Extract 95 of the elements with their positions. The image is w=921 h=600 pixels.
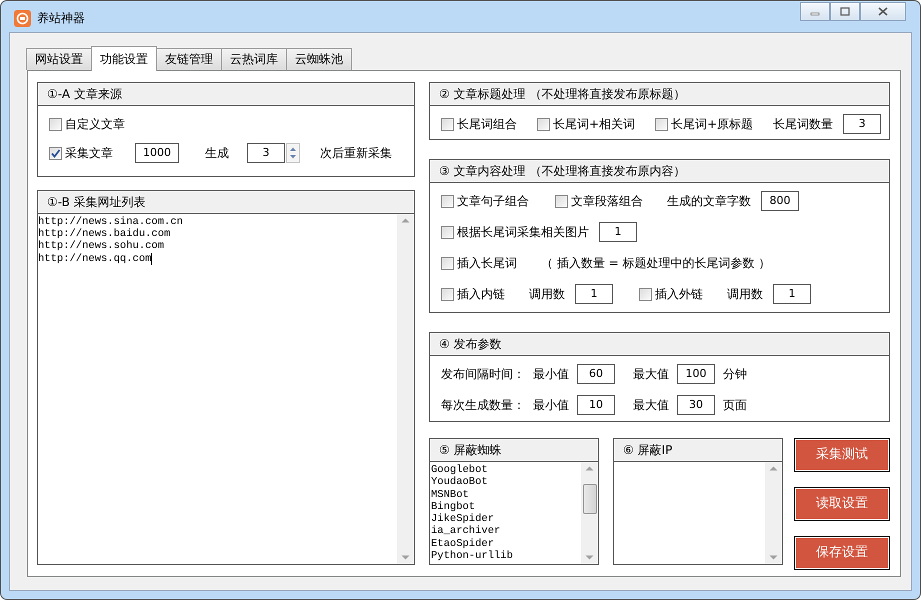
url-text: http://news.sina.com.cn [38, 216, 184, 228]
text-label: 调用数 [529, 286, 565, 303]
scrollbar[interactable] [765, 462, 782, 564]
checkbox[interactable] [49, 146, 62, 160]
window-title: 养站神器 [37, 10, 85, 27]
checkbox-label: 根据长尾词采集相关图片 [457, 224, 589, 241]
input-field[interactable]: 3 [247, 143, 285, 163]
close-button[interactable] [860, 2, 906, 21]
input-field[interactable]: 1000 [135, 143, 179, 163]
text-label: 每次生成数量： [441, 397, 525, 414]
checkbox[interactable] [441, 118, 454, 130]
group-title: ③ 文章内容处理 （不处理将直接发布原内容） [430, 160, 889, 183]
checkbox-label: 长尾词+原标题 [671, 116, 754, 133]
checkbox[interactable] [441, 226, 454, 238]
list-text: Bingbot [431, 500, 476, 513]
input-field[interactable]: 800 [761, 191, 799, 211]
tab[interactable]: 功能设置 [91, 46, 157, 71]
checkbox[interactable] [537, 118, 550, 130]
text-label: 次后重新采集 [320, 145, 392, 162]
checkbox[interactable] [441, 194, 454, 208]
text-label: 调用数 [727, 286, 763, 303]
input-field[interactable]: 60 [577, 364, 615, 384]
checkbox-label: 自定义文章 [65, 116, 125, 133]
checkbox[interactable] [441, 256, 454, 270]
text-label: 分钟 [723, 366, 747, 383]
scroll-up-icon[interactable] [769, 466, 778, 471]
list-text: MSNBot [431, 488, 470, 501]
scroll-thumb[interactable] [582, 484, 596, 514]
tab[interactable]: 友链管理 [156, 48, 222, 70]
checkbox[interactable] [655, 118, 668, 130]
list-text: Googlebot [431, 464, 489, 476]
group-title: ①-A 文章来源 [38, 83, 414, 106]
scroll-up-icon[interactable] [401, 218, 410, 223]
checkbox-label: 插入外链 [655, 286, 703, 303]
url-text: http://news.baidu.com [38, 228, 172, 240]
checkbox-label: 长尾词组合 [457, 116, 517, 133]
text-label: 最大值 [633, 397, 669, 414]
tab[interactable]: 云蜘蛛池 [286, 48, 352, 70]
action-button[interactable]: 保存设置 [795, 537, 889, 569]
text-label: 最小值 [533, 366, 569, 383]
input-field[interactable]: 30 [677, 395, 715, 415]
spinner-icon[interactable] [286, 143, 300, 163]
checkbox[interactable] [49, 118, 62, 130]
checkmark-icon [50, 148, 61, 158]
app-icon [14, 10, 31, 27]
action-button[interactable]: 采集测试 [795, 439, 889, 471]
url-text: http://news.sohu.com [38, 240, 166, 252]
list-text: EtaoSpider [431, 538, 496, 550]
scroll-down-icon[interactable] [401, 554, 410, 560]
list-text: JikeSpider [431, 513, 494, 526]
group-title: ④ 发布参数 [430, 333, 889, 356]
text-label: 生成的文章字数 [667, 193, 751, 210]
input-field[interactable]: 1 [773, 284, 811, 304]
close-icon [878, 7, 888, 16]
tab[interactable]: 云热词库 [221, 48, 287, 70]
checkbox-label: 插入内链 [457, 286, 505, 303]
input-field[interactable]: 1 [599, 222, 637, 242]
list-text: ia_archiver [431, 525, 502, 538]
maximize-button[interactable] [830, 2, 860, 21]
text-label: 生成 [205, 145, 229, 162]
input-field[interactable]: 1 [575, 284, 613, 304]
input-field[interactable]: 10 [577, 395, 615, 415]
text-label: 发布间隔时间： [441, 366, 525, 383]
checkbox-label: 采集文章 [65, 145, 113, 162]
scroll-down-icon[interactable] [769, 555, 778, 560]
scrollbar[interactable] [581, 462, 598, 564]
scroll-up-icon[interactable] [585, 466, 594, 471]
group-title: ①-B 采集网址列表 [38, 190, 414, 214]
text-label: 最小值 [533, 397, 569, 414]
group-title: ⑤ 屏蔽蜘蛛 [430, 439, 598, 462]
checkbox[interactable] [639, 288, 652, 300]
scroll-down-icon[interactable] [585, 555, 594, 560]
spider-list-field[interactable]: Googlebot YoudaoBot MSNBot Bingbot JikeSpider ia_archiver EtaoSpider Python-urllib [430, 462, 581, 564]
checkbox-label: 长尾词+相关词 [553, 116, 636, 133]
checkbox[interactable] [441, 288, 454, 300]
checkbox-label: 文章段落组合 [571, 193, 643, 210]
checkbox-label: 插入长尾词 [457, 255, 517, 272]
group-title: ② 文章标题处理 （不处理将直接发布原标题） [430, 83, 889, 106]
scrollbar[interactable] [397, 214, 414, 564]
action-button[interactable]: 读取设置 [795, 488, 889, 520]
list-text: YoudaoBot [431, 476, 489, 489]
checkbox[interactable] [555, 194, 568, 208]
group-title: ⑥ 屏蔽IP [614, 439, 782, 462]
url-text: http://news.qq.com [38, 252, 152, 265]
text-label: 长尾词数量 [773, 116, 834, 133]
input-field[interactable]: 3 [843, 114, 882, 134]
url-list-field[interactable]: http://news.sina.com.cn http://news.baidu.com http://news.sohu.com http://news.qq.com [38, 214, 397, 564]
text-label: 页面 [723, 397, 747, 414]
tab[interactable]: 网站设置 [26, 48, 92, 70]
checkbox-label: 文章句子组合 [457, 193, 529, 210]
text-label: 最大值 [633, 366, 669, 383]
list-text: Python-urllib [431, 550, 514, 562]
text-label: （ 插入数量 = 标题处理中的长尾词参数 ） [541, 255, 770, 272]
maximize-icon [840, 7, 850, 16]
input-field[interactable]: 100 [677, 364, 715, 384]
